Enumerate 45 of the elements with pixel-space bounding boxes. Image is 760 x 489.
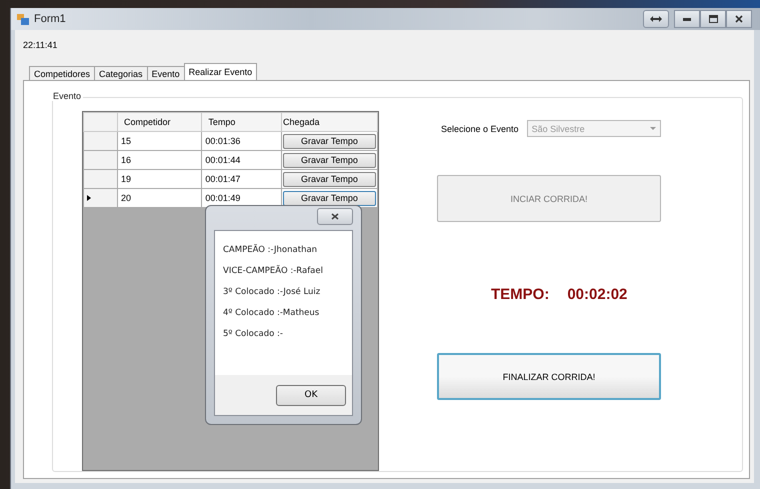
timer-value: 00:02:02 — [567, 286, 628, 303]
clock-label: 22:11:41 — [23, 40, 58, 52]
event-label: Selecione o Evento — [441, 124, 519, 134]
window-title: Form1 — [34, 13, 66, 25]
tab[interactable]: Categorias — [94, 66, 148, 80]
ranking-line: CAMPEÃO :-Jhonathan — [223, 245, 318, 255]
record-time-button[interactable]: Gravar Tempo — [282, 134, 376, 148]
maximize-icon — [708, 15, 718, 23]
app-icon — [17, 14, 29, 24]
tab[interactable]: Realizar Evento — [184, 63, 258, 80]
current-row-icon — [87, 195, 91, 201]
dropdown-arrow-icon — [650, 127, 656, 130]
timer-label: TEMPO: — [491, 286, 550, 303]
maximize-button[interactable] — [700, 10, 726, 28]
table-cell: 19 — [117, 170, 202, 188]
record-time-button[interactable]: Gravar Tempo — [282, 190, 376, 206]
ok-button[interactable]: OK — [276, 384, 346, 406]
resize-button[interactable] — [643, 10, 669, 28]
tab[interactable]: Competidores — [29, 66, 96, 80]
column-header: Competidor — [117, 112, 202, 132]
tab[interactable]: Evento — [146, 66, 185, 80]
table-cell: 15 — [117, 132, 202, 150]
close-button[interactable] — [726, 10, 752, 28]
ranking-line: 4º Colocado :-Matheus — [223, 308, 320, 318]
table-cell: 20 — [117, 188, 202, 208]
ranking-line: 3º Colocado :-José Luiz — [223, 287, 322, 297]
close-icon — [331, 213, 339, 220]
close-icon — [735, 15, 743, 23]
close-button[interactable] — [317, 208, 353, 225]
column-header: Chegada — [281, 112, 378, 132]
minimize-button[interactable] — [674, 10, 700, 28]
ranking-line: VICE-CAMPEÃO :-Rafael — [223, 266, 324, 276]
finish-race-button[interactable]: FINALIZAR CORRIDA! — [437, 353, 661, 400]
table-cell: 00:01:44 — [202, 150, 282, 170]
row-header — [84, 112, 118, 132]
ranking-line: 5º Colocado :- — [223, 329, 284, 339]
table-cell: 00:01:47 — [202, 170, 282, 188]
minimize-icon — [683, 18, 691, 20]
record-time-button[interactable]: Gravar Tempo — [282, 172, 376, 186]
table-cell: 16 — [117, 150, 202, 170]
column-header: Tempo — [202, 112, 282, 132]
record-time-button[interactable]: Gravar Tempo — [282, 152, 376, 168]
group-title: Evento — [51, 91, 84, 101]
table-cell: 00:01:36 — [202, 132, 282, 150]
double-arrow-icon — [650, 16, 662, 22]
